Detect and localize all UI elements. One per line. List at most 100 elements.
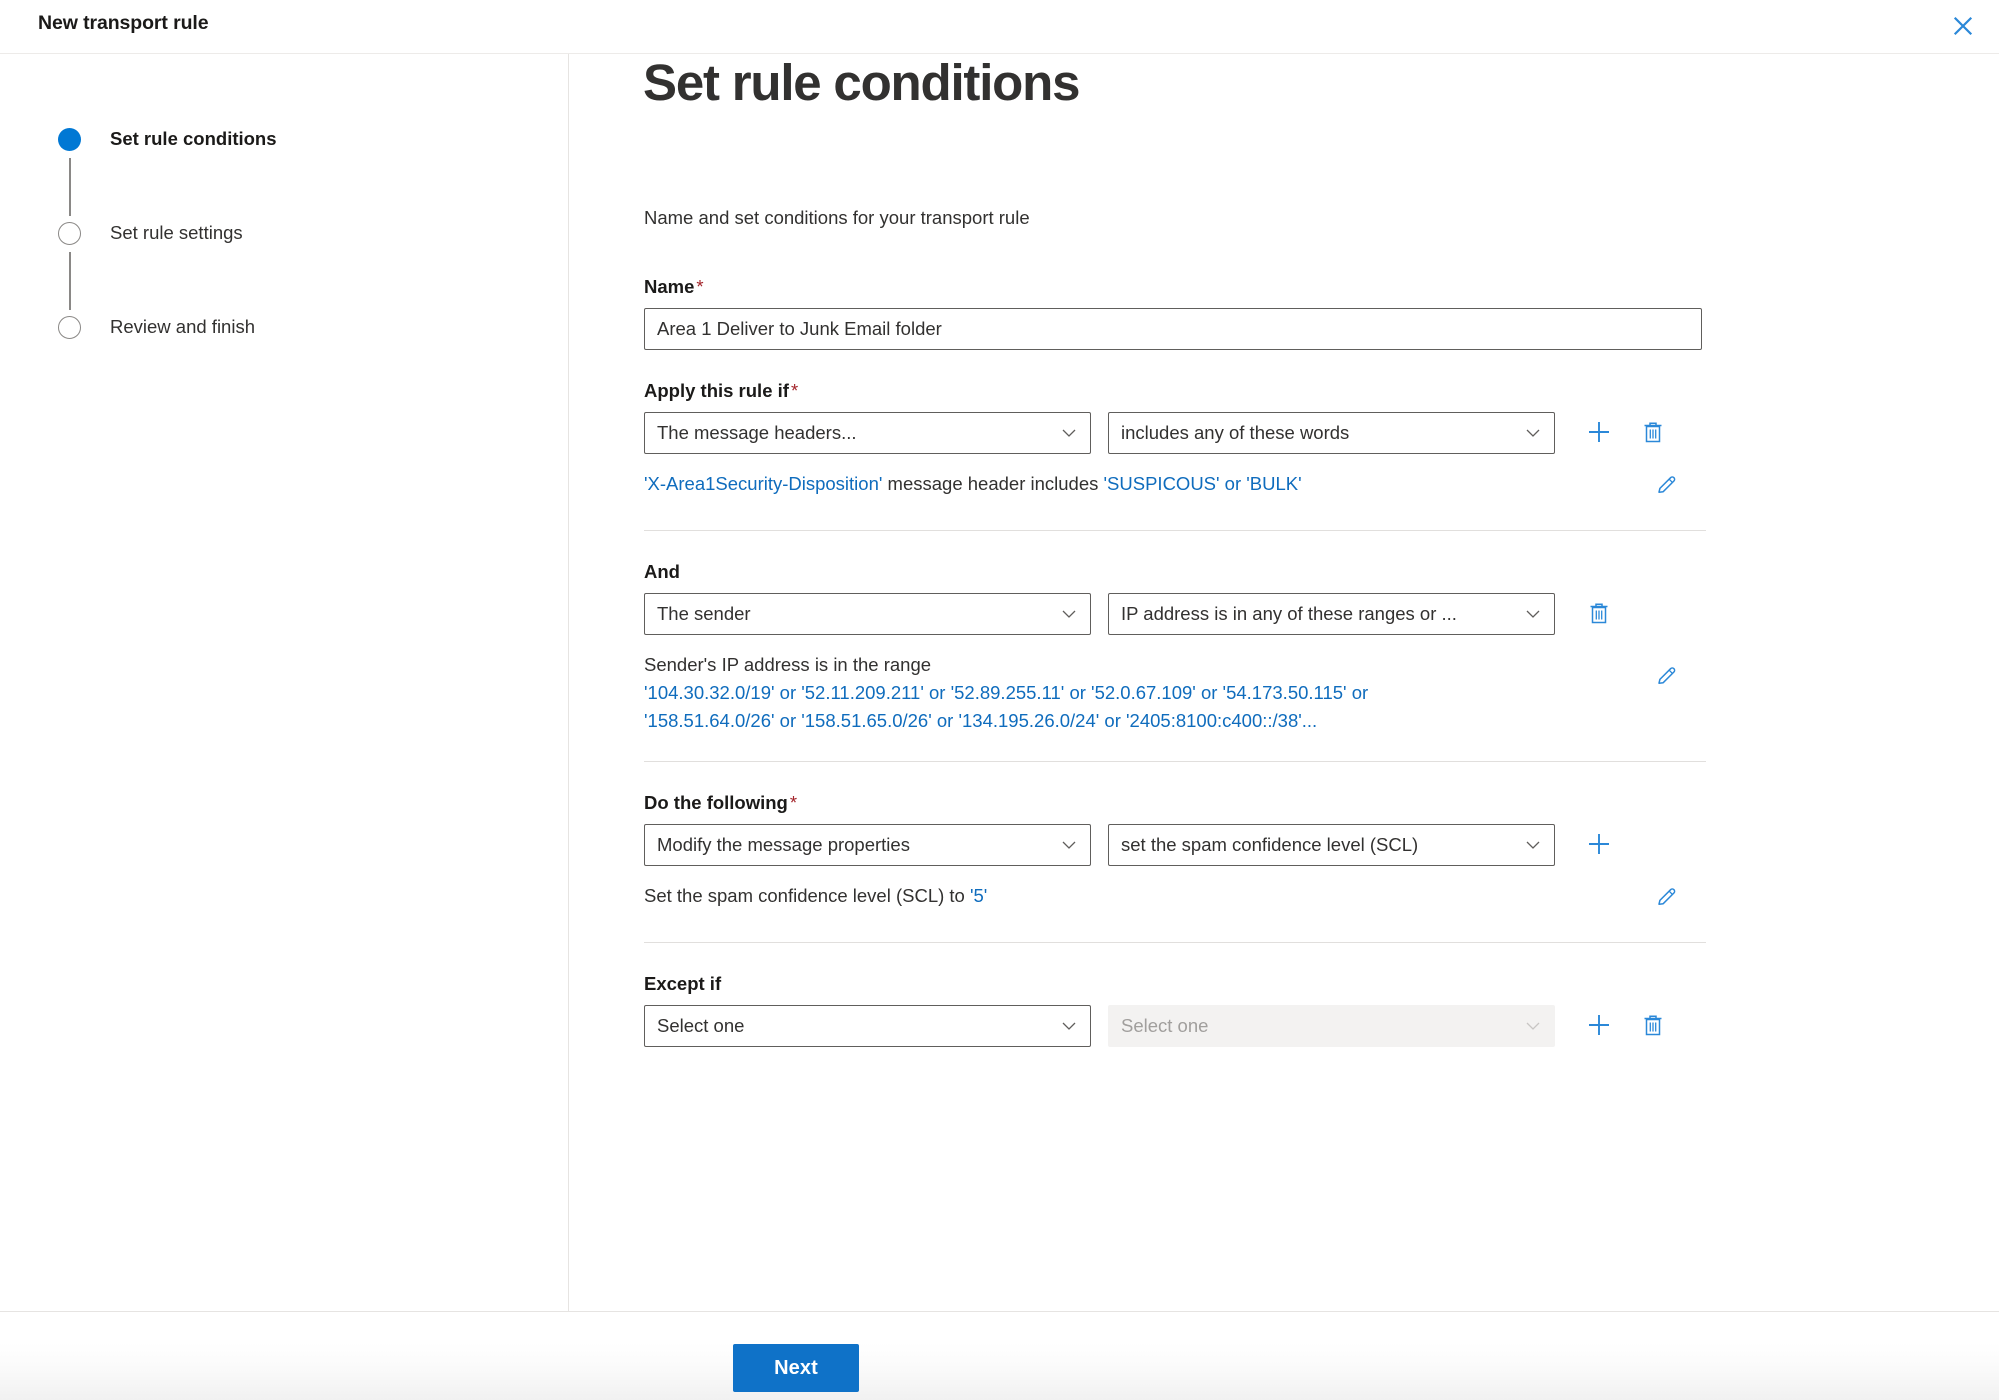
and-condition-summary: Sender's IP address is in the range '104… (644, 651, 1704, 735)
add-condition-button[interactable] (1582, 416, 1616, 450)
condition-predicate-value: The message headers... (657, 422, 1052, 444)
action-predicate-value: Modify the message properties (657, 834, 1052, 856)
action-summary: Set the spam confidence level (SCL) to '… (644, 882, 1704, 916)
condition-operator-select[interactable]: includes any of these words (1108, 412, 1555, 454)
section-divider (644, 942, 1706, 943)
condition-summary-values: 'SUSPICOUS' or 'BULK' (1104, 473, 1302, 494)
empty-circle-icon (58, 316, 81, 339)
apply-rule-if-label: Apply this rule if* (644, 380, 1704, 402)
action-summary-prefix: Set the spam confidence level (SCL) to (644, 885, 965, 906)
edit-condition-button[interactable] (1650, 470, 1684, 504)
name-label-text: Name (644, 276, 694, 297)
empty-circle-icon (58, 222, 81, 245)
required-marker: * (696, 276, 703, 297)
and-summary-line2: '158.51.64.0/26' or '158.51.65.0/26' or … (644, 707, 1604, 735)
condition-summary-text: 'X-Area1Security-Disposition' message he… (644, 470, 1604, 498)
sidebar-step-set-rule-settings[interactable]: Set rule settings (58, 221, 478, 315)
step-marker (58, 222, 82, 246)
and-predicate-select[interactable]: The sender (644, 593, 1091, 635)
sidebar-step-label: Set rule settings (110, 221, 243, 245)
exception-operator-select: Select one (1108, 1005, 1555, 1047)
chevron-down-icon (1060, 424, 1078, 442)
action-summary-value: '5' (970, 885, 987, 906)
chevron-down-icon (1060, 605, 1078, 623)
page-subtitle: Name and set conditions for your transpo… (644, 207, 1030, 229)
condition-operator-value: includes any of these words (1121, 422, 1516, 444)
wizard-sidebar: Set rule conditions Set rule settings Re… (0, 54, 569, 1311)
and-condition-row: The sender IP address is in any of these… (644, 593, 1704, 635)
apply-rule-if-group: Apply this rule if* The message headers.… (644, 380, 1704, 531)
plus-icon (1586, 831, 1612, 860)
required-marker: * (791, 380, 798, 401)
and-predicate-value: The sender (657, 603, 1052, 625)
do-the-following-label: Do the following* (644, 792, 1704, 814)
rule-form: Name* Apply this rule if* The message he… (644, 276, 1704, 1047)
and-condition-group: And The sender IP address is in any of t… (644, 561, 1704, 762)
sidebar-step-label: Set rule conditions (110, 127, 277, 151)
required-marker: * (790, 792, 797, 813)
apply-rule-if-label-text: Apply this rule if (644, 380, 789, 401)
window-title: New transport rule (38, 12, 208, 35)
section-divider (644, 530, 1706, 531)
step-marker (58, 128, 82, 152)
exception-operator-placeholder: Select one (1121, 1015, 1516, 1037)
condition-summary-middle: message header includes (888, 473, 1099, 494)
and-summary-text: Sender's IP address is in the range '104… (644, 651, 1604, 735)
add-action-button[interactable] (1582, 828, 1616, 862)
edit-action-button[interactable] (1650, 882, 1684, 916)
delete-condition-button[interactable] (1636, 416, 1670, 450)
name-field-group: Name* (644, 276, 1704, 350)
pencil-icon (1655, 473, 1679, 502)
plus-icon (1586, 419, 1612, 448)
and-summary-line0: Sender's IP address is in the range (644, 651, 1604, 679)
delete-exception-button[interactable] (1636, 1009, 1670, 1043)
edit-and-condition-button[interactable] (1650, 661, 1684, 695)
wizard-footer: Next (0, 1311, 1999, 1400)
plus-icon (1586, 1012, 1612, 1041)
chevron-down-icon (1524, 605, 1542, 623)
do-the-following-label-text: Do the following (644, 792, 788, 813)
and-label: And (644, 561, 1704, 583)
and-operator-value: IP address is in any of these ranges or … (1121, 603, 1516, 625)
and-operator-select[interactable]: IP address is in any of these ranges or … (1108, 593, 1555, 635)
chevron-down-icon (1060, 1017, 1078, 1035)
main-content: Set rule conditions Name and set conditi… (570, 54, 1999, 1311)
condition-summary: 'X-Area1Security-Disposition' message he… (644, 470, 1704, 504)
next-button[interactable]: Next (733, 1344, 859, 1392)
sidebar-step-review-and-finish[interactable]: Review and finish (58, 315, 478, 355)
close-button[interactable] (1943, 6, 1983, 46)
step-connector (69, 158, 71, 216)
delete-and-condition-button[interactable] (1582, 597, 1616, 631)
chevron-down-icon (1524, 424, 1542, 442)
trash-icon (1642, 420, 1664, 447)
except-if-label: Except if (644, 973, 1704, 995)
wizard-steps: Set rule conditions Set rule settings Re… (58, 127, 478, 355)
filled-circle-icon (58, 128, 81, 151)
action-row: Modify the message properties set the sp… (644, 824, 1704, 866)
name-label: Name* (644, 276, 1704, 298)
pencil-icon (1655, 664, 1679, 693)
close-icon (1952, 15, 1974, 37)
add-exception-button[interactable] (1582, 1009, 1616, 1043)
exception-predicate-value: Select one (657, 1015, 1052, 1037)
action-predicate-select[interactable]: Modify the message properties (644, 824, 1091, 866)
exception-row: Select one Select one (644, 1005, 1704, 1047)
section-divider (644, 761, 1706, 762)
chevron-down-icon (1060, 836, 1078, 854)
sidebar-step-set-rule-conditions[interactable]: Set rule conditions (58, 127, 478, 221)
action-summary-text: Set the spam confidence level (SCL) to '… (644, 882, 1604, 910)
window-titlebar: New transport rule (0, 0, 1999, 54)
step-connector (69, 252, 71, 310)
condition-predicate-select[interactable]: The message headers... (644, 412, 1091, 454)
action-operator-value: set the spam confidence level (SCL) (1121, 834, 1516, 856)
exception-predicate-select[interactable]: Select one (644, 1005, 1091, 1047)
trash-icon (1642, 1013, 1664, 1040)
except-if-group: Except if Select one Select one (644, 973, 1704, 1047)
chevron-down-icon (1524, 1017, 1542, 1035)
name-input[interactable] (644, 308, 1702, 350)
condition-summary-header: 'X-Area1Security-Disposition' (644, 473, 882, 494)
chevron-down-icon (1524, 836, 1542, 854)
action-operator-select[interactable]: set the spam confidence level (SCL) (1108, 824, 1555, 866)
step-marker (58, 316, 82, 340)
pencil-icon (1655, 885, 1679, 914)
